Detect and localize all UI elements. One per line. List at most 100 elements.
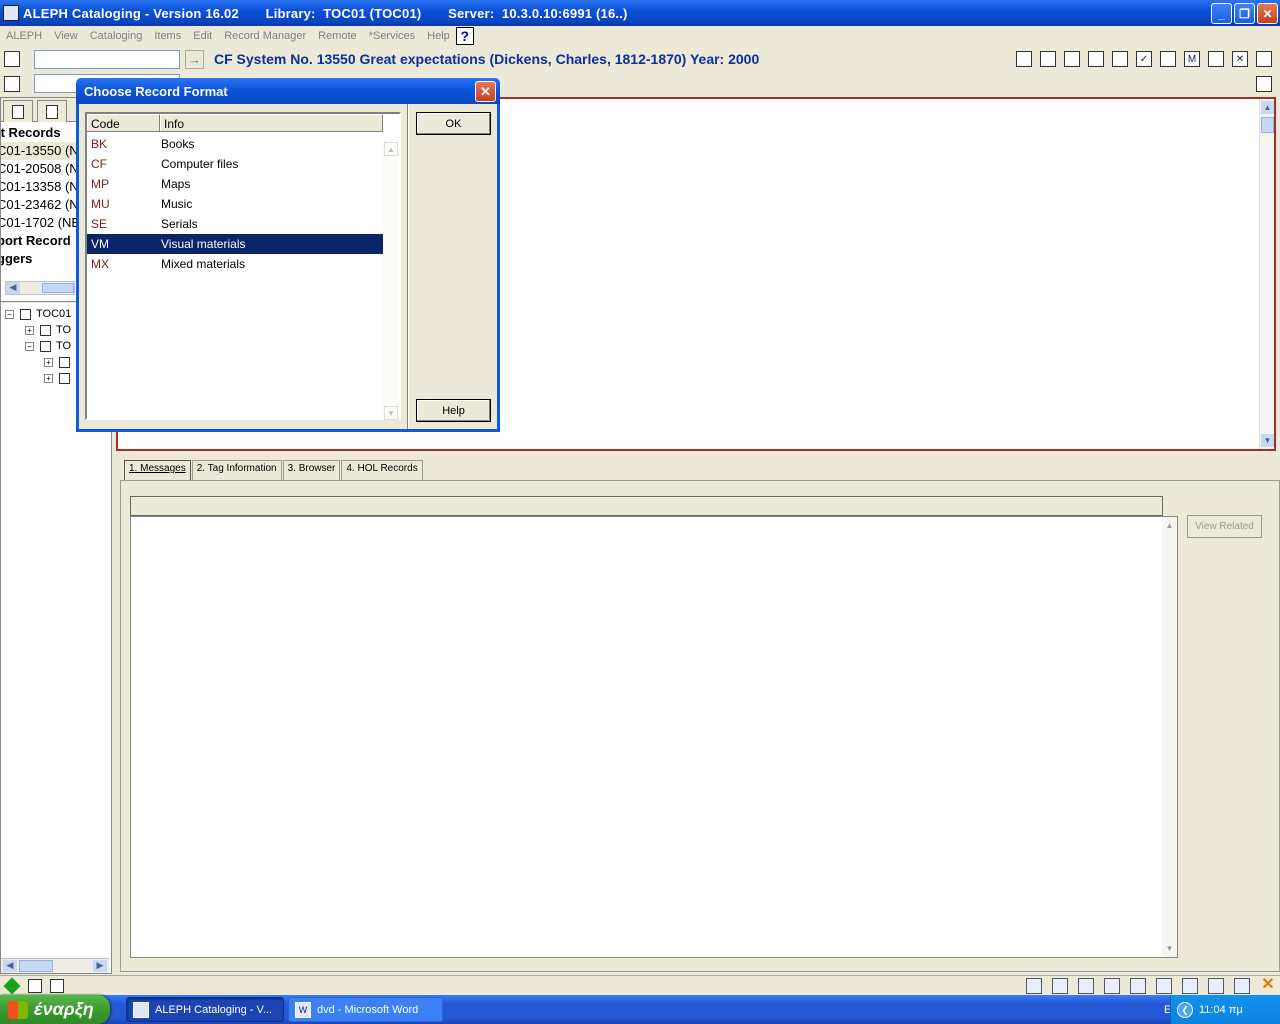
tool-marc-icon[interactable]: M (1184, 51, 1200, 67)
format-row[interactable]: MP Maps (87, 174, 383, 194)
tool-record-icon[interactable] (1016, 51, 1032, 67)
search-record-icon[interactable] (4, 51, 20, 67)
scroll-right-icon[interactable]: ▶ (93, 960, 107, 972)
view-related-button[interactable]: View Related (1187, 515, 1262, 538)
document-icon[interactable] (28, 979, 42, 993)
format-row-selected[interactable]: VM Visual materials (87, 234, 383, 254)
format-row[interactable]: CF Computer files (87, 154, 383, 174)
format-info: Serials (161, 217, 198, 231)
document-icon[interactable] (50, 979, 64, 993)
scroll-down-icon[interactable]: ▼ (384, 406, 398, 420)
menu-items[interactable]: Items (148, 30, 187, 42)
document-icon[interactable] (4, 76, 20, 92)
tab-templates[interactable] (37, 100, 67, 122)
menu-aleph[interactable]: ALEPH (0, 30, 48, 42)
expand-icon[interactable]: + (44, 357, 53, 367)
menu-remote[interactable]: Remote (312, 30, 363, 42)
format-list-scrollbar[interactable]: ▲ ▼ (383, 142, 399, 420)
command-input[interactable] (34, 50, 180, 69)
message-list[interactable]: ▲ ▼ (130, 516, 1178, 958)
tool-split-icon[interactable] (1160, 51, 1176, 67)
message-vertical-scrollbar[interactable]: ▲ ▼ (1162, 517, 1177, 957)
go-arrow-button[interactable]: → (185, 50, 204, 69)
printer-icon[interactable] (1234, 978, 1250, 994)
ruler-icon[interactable] (1052, 978, 1068, 994)
library-icon[interactable] (1208, 978, 1224, 994)
tool-tree-icon[interactable] (1040, 51, 1056, 67)
tool-copy-icon[interactable] (1112, 51, 1128, 67)
column-header-code[interactable]: Code (87, 114, 160, 131)
globe-icon[interactable] (1104, 978, 1120, 994)
link-icon[interactable] (1078, 978, 1094, 994)
tool-move-icon[interactable] (1208, 51, 1224, 67)
move-icon[interactable] (1026, 978, 1042, 994)
message-header-bar (130, 496, 1163, 516)
tower-icon[interactable] (1182, 978, 1198, 994)
tree-horizontal-scrollbar[interactable]: ◀ ▶ (1, 958, 109, 973)
tab-records[interactable] (3, 100, 33, 122)
task-aleph[interactable]: ALEPH Cataloging - V... (126, 997, 284, 1022)
close-record-icon[interactable] (1256, 76, 1272, 92)
tool-delete-icon[interactable]: ✕ (1232, 51, 1248, 67)
task-word[interactable]: W dvd - Microsoft Word (288, 997, 443, 1022)
ok-button[interactable]: OK (416, 112, 491, 135)
record-icon (59, 372, 70, 384)
tray-expand-icon[interactable]: ❮ (1177, 1001, 1193, 1018)
scroll-up-icon[interactable]: ▲ (1261, 101, 1274, 114)
format-row[interactable]: MU Music (87, 194, 383, 214)
window-controls: _ ❐ ✕ (1211, 3, 1278, 24)
format-row[interactable]: BK Books (87, 134, 383, 154)
tool-list-icon[interactable] (1088, 51, 1104, 67)
tab-hol-records[interactable]: 4. HOL Records (341, 460, 423, 480)
format-rows: BK Books CF Computer files MP Maps MU Mu… (87, 134, 383, 274)
help-button[interactable]: Help (416, 399, 491, 422)
bottom-left-tools (3, 977, 64, 995)
tab-tag-information[interactable]: 2. Tag Information (191, 460, 282, 480)
minimize-button[interactable]: _ (1211, 3, 1232, 24)
format-row[interactable]: SE Serials (87, 214, 383, 234)
tool-export-icon[interactable] (1256, 51, 1272, 67)
menu-services[interactable]: *Services (363, 30, 421, 42)
record-tools: ✓ M ✕ (1016, 51, 1272, 67)
scroll-up-icon[interactable]: ▲ (1163, 519, 1176, 532)
menu-edit[interactable]: Edit (187, 30, 218, 42)
start-label: έναρξη (34, 999, 94, 1019)
collapse-icon[interactable]: − (25, 341, 34, 351)
column-header-info[interactable]: Info (160, 114, 383, 131)
menu-cataloging[interactable]: Cataloging (84, 30, 149, 42)
expand-icon[interactable]: + (25, 325, 34, 335)
expand-icon[interactable]: + (44, 373, 53, 383)
task-label: ALEPH Cataloging - V... (155, 1003, 272, 1016)
restore-button[interactable]: ❐ (1234, 3, 1255, 24)
editor-vertical-scrollbar[interactable]: ▲ ▼ (1259, 99, 1274, 449)
close-button[interactable]: ✕ (1257, 3, 1278, 24)
scroll-left-icon[interactable]: ◀ (6, 282, 20, 294)
start-button[interactable]: έναρξη (0, 995, 110, 1024)
dialog-close-button[interactable]: ✕ (475, 81, 496, 102)
calculator-icon[interactable] (1130, 978, 1146, 994)
tab-browser[interactable]: 3. Browser (282, 460, 341, 480)
scroll-down-icon[interactable]: ▼ (1261, 434, 1274, 447)
record-icon (59, 356, 70, 368)
format-row[interactable]: MX Mixed materials (87, 254, 383, 274)
menu-view[interactable]: View (48, 30, 84, 42)
collapse-icon[interactable]: − (5, 309, 14, 319)
scroll-thumb[interactable] (1261, 117, 1274, 133)
tool-check-icon[interactable]: ✓ (1136, 51, 1152, 67)
exit-icon[interactable]: ✕ (1260, 977, 1276, 994)
record-icon (20, 308, 31, 320)
help-question-icon[interactable]: ? (455, 27, 474, 45)
menu-help[interactable]: Help (421, 30, 456, 42)
scroll-up-icon[interactable]: ▲ (384, 142, 398, 156)
scroll-down-icon[interactable]: ▼ (1163, 942, 1176, 955)
scroll-thumb[interactable] (19, 960, 53, 972)
list-horizontal-scrollbar[interactable]: ◀ (5, 281, 75, 295)
clock[interactable]: 11:04 πμ (1199, 1004, 1243, 1016)
menu-record-manager[interactable]: Record Manager (218, 30, 312, 42)
format-list[interactable]: Code Info BK Books CF Computer files MP … (85, 112, 401, 420)
scroll-thumb[interactable] (42, 283, 74, 293)
tool-compare-icon[interactable] (1064, 51, 1080, 67)
tab-messages[interactable]: 1. Messages (124, 460, 191, 480)
key-icon[interactable] (1156, 978, 1172, 994)
scroll-left-icon[interactable]: ◀ (3, 960, 17, 972)
